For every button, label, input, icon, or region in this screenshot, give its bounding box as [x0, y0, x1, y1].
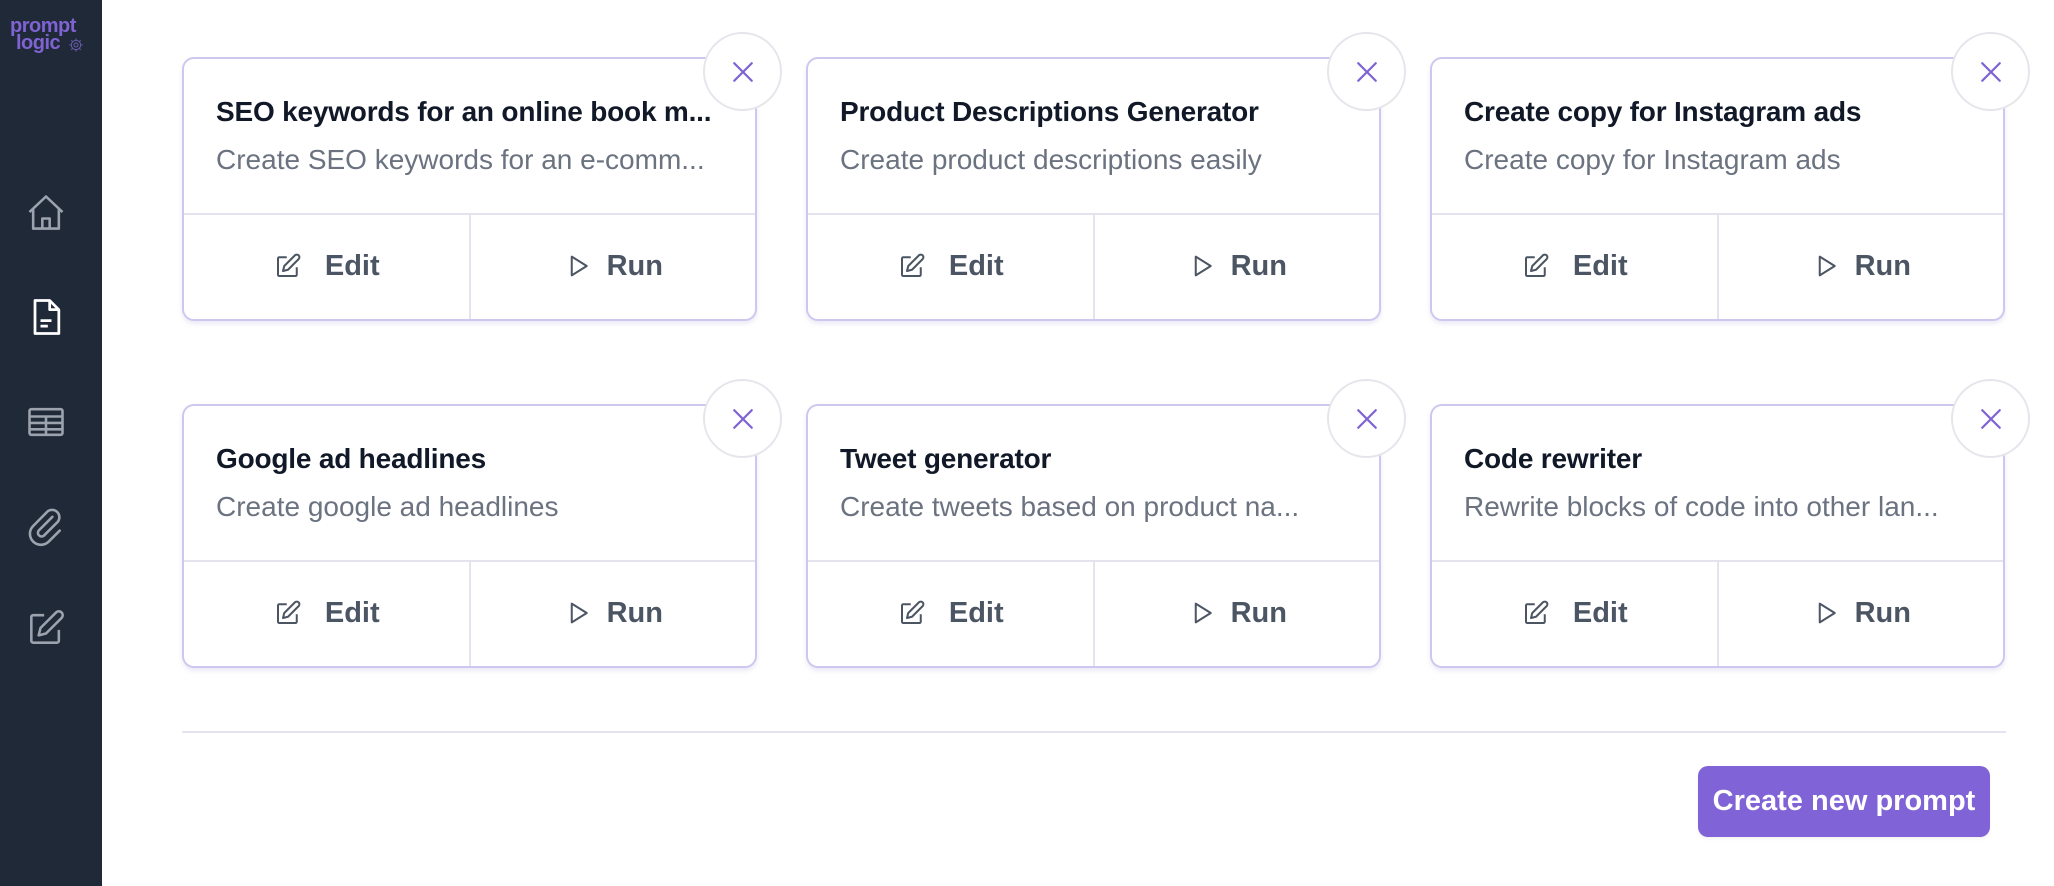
edit-icon: [276, 600, 301, 624]
run-button[interactable]: Run: [1092, 560, 1380, 666]
run-label: Run: [1230, 596, 1287, 629]
close-icon: [1980, 61, 2001, 82]
close-icon: [1356, 408, 1377, 429]
prompt-description: Create SEO keywords for an e-comm...: [216, 144, 705, 175]
run-label: Run: [1230, 249, 1287, 282]
main-content: SEO keywords for an online book m... Cre…: [102, 0, 2054, 886]
prompt-title: Google ad headlines: [216, 443, 487, 474]
prompt-card-body[interactable]: Product Descriptions Generator Create pr…: [808, 59, 1379, 215]
home-icon: [28, 195, 64, 230]
prompt-title: Product Descriptions Generator: [840, 96, 1259, 127]
prompt-title: Create copy for Instagram ads: [1464, 96, 1862, 127]
prompt-card: Code rewriter Rewrite blocks of code int…: [1430, 404, 2005, 668]
prompt-card-body[interactable]: SEO keywords for an online book m... Cre…: [184, 59, 755, 215]
prompt-description: Create copy for Instagram ads: [1464, 144, 1841, 175]
edit-icon: [1524, 600, 1549, 624]
play-icon: [1194, 255, 1212, 277]
sidebar: prompt logic: [0, 0, 102, 886]
edit-label: Edit: [324, 596, 380, 629]
prompt-card-actions: Edit Run: [1432, 213, 2003, 319]
play-icon: [570, 255, 588, 277]
prompt-card-actions: Edit Run: [808, 213, 1379, 319]
play-icon: [1818, 255, 1836, 277]
edit-icon: [1524, 253, 1549, 277]
paperclip-icon: [28, 508, 62, 547]
delete-prompt-button[interactable]: [703, 32, 782, 111]
sidebar-item-attachments[interactable]: [22, 502, 70, 550]
prompt-description: Create tweets based on product na...: [840, 491, 1300, 522]
edit-icon: [900, 253, 925, 277]
create-new-prompt-button[interactable]: Create new prompt: [1698, 766, 1990, 837]
play-icon: [1818, 602, 1836, 624]
delete-prompt-button[interactable]: [1327, 32, 1406, 111]
divider: [182, 731, 2006, 733]
prompt-card-body[interactable]: Tweet generator Create tweets based on p…: [808, 406, 1379, 562]
prompt-card: Tweet generator Create tweets based on p…: [806, 404, 1381, 668]
close-icon: [1980, 408, 2001, 429]
prompt-title: Code rewriter: [1464, 443, 1642, 474]
edit-button[interactable]: Edit: [808, 560, 1093, 666]
prompt-title: Tweet generator: [840, 443, 1052, 474]
edit-label: Edit: [948, 596, 1004, 629]
edit-icon: [900, 600, 925, 624]
gear-icon: [69, 38, 83, 52]
logo[interactable]: prompt logic: [8, 16, 94, 58]
edit-label: Edit: [948, 249, 1004, 282]
prompt-card-actions: Edit Run: [184, 560, 755, 666]
edit-button[interactable]: Edit: [808, 213, 1093, 319]
prompt-card: SEO keywords for an online book m... Cre…: [182, 57, 757, 321]
delete-prompt-button[interactable]: [1327, 379, 1406, 458]
prompt-card-body[interactable]: Create copy for Instagram ads Create cop…: [1432, 59, 2003, 215]
play-icon: [570, 602, 588, 624]
run-button[interactable]: Run: [1092, 213, 1380, 319]
edit-button[interactable]: Edit: [184, 560, 469, 666]
run-label: Run: [1854, 249, 1911, 282]
table-icon: [28, 407, 64, 437]
prompt-description: Create product descriptions easily: [840, 144, 1262, 175]
edit-label: Edit: [1572, 249, 1628, 282]
edit-icon: [30, 610, 64, 644]
prompt-card: Product Descriptions Generator Create pr…: [806, 57, 1381, 321]
prompt-description: Create google ad headlines: [216, 491, 559, 522]
play-icon: [1194, 602, 1212, 624]
prompt-description: Rewrite blocks of code into other lan...: [1464, 491, 1939, 522]
delete-prompt-button[interactable]: [1951, 32, 2030, 111]
sidebar-item-editor[interactable]: [22, 604, 70, 652]
run-label: Run: [1854, 596, 1911, 629]
edit-label: Edit: [1572, 596, 1628, 629]
prompt-card-actions: Edit Run: [808, 560, 1379, 666]
edit-button[interactable]: Edit: [1432, 560, 1717, 666]
prompt-card-actions: Edit Run: [1432, 560, 2003, 666]
sidebar-item-prompts[interactable]: [22, 293, 70, 341]
run-button[interactable]: Run: [468, 213, 756, 319]
edit-icon: [276, 253, 301, 277]
edit-button[interactable]: Edit: [184, 213, 469, 319]
prompt-card: Create copy for Instagram ads Create cop…: [1430, 57, 2005, 321]
delete-prompt-button[interactable]: [703, 379, 782, 458]
run-label: Run: [606, 596, 663, 629]
delete-prompt-button[interactable]: [1951, 379, 2030, 458]
close-icon: [732, 61, 753, 82]
run-label: Run: [606, 249, 663, 282]
edit-button[interactable]: Edit: [1432, 213, 1717, 319]
close-icon: [1356, 61, 1377, 82]
prompt-card: Google ad headlines Create google ad hea…: [182, 404, 757, 668]
run-button[interactable]: Run: [1716, 213, 2004, 319]
prompt-card-actions: Edit Run: [184, 213, 755, 319]
sidebar-item-home[interactable]: [22, 189, 70, 237]
edit-label: Edit: [324, 249, 380, 282]
document-icon: [33, 299, 61, 335]
sidebar-item-tables[interactable]: [22, 398, 70, 446]
run-button[interactable]: Run: [468, 560, 756, 666]
prompt-card-body[interactable]: Code rewriter Rewrite blocks of code int…: [1432, 406, 2003, 562]
prompt-title: SEO keywords for an online book m...: [216, 96, 712, 127]
run-button[interactable]: Run: [1716, 560, 2004, 666]
prompt-card-body[interactable]: Google ad headlines Create google ad hea…: [184, 406, 755, 562]
close-icon: [732, 408, 753, 429]
